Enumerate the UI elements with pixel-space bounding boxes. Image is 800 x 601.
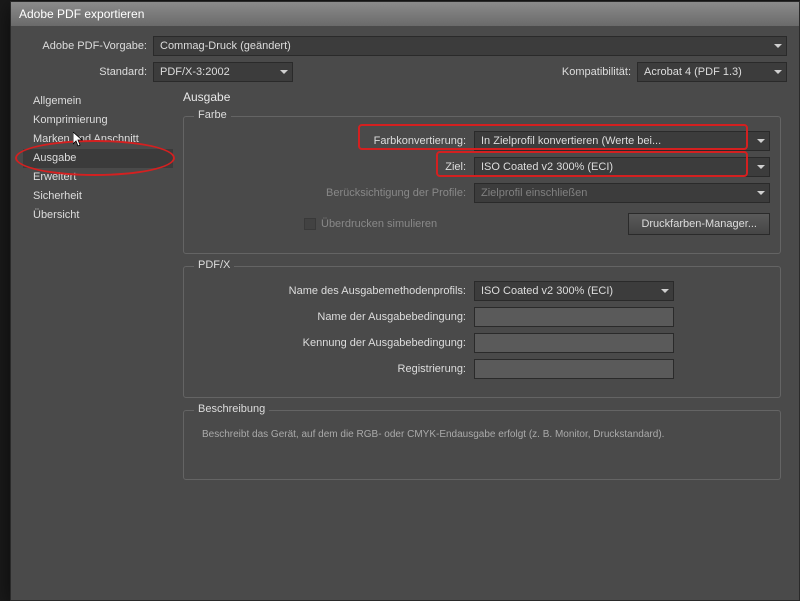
fieldset-beschreibung: Beschreibung Beschreibt das Gerät, auf d… [183, 410, 781, 480]
conv-label: Farbkonvertierung: [194, 135, 474, 147]
outprofile-value: ISO Coated v2 300% (ECI) [481, 285, 613, 297]
ziel-value: ISO Coated v2 300% (ECI) [481, 161, 613, 173]
registry-row: Registrierung: [194, 359, 770, 379]
main-panel: Ausgabe Farbe Farbkonvertierung: In Ziel… [173, 88, 787, 492]
ziel-label: Ziel: [194, 161, 474, 173]
body: Allgemein Komprimierung Marken und Ansch… [23, 88, 787, 492]
sidebar-item-label: Allgemein [33, 95, 81, 107]
window-title: Adobe PDF exportieren [19, 7, 144, 21]
profile-label: Berücksichtigung der Profile: [194, 187, 474, 199]
compat-select[interactable]: Acrobat 4 (PDF 1.3) [637, 62, 787, 82]
sidebar-item-label: Marken und Anschnitt [33, 133, 139, 145]
standard-value: PDF/X-3:2002 [160, 66, 230, 78]
sidebar-item-marken[interactable]: Marken und Anschnitt [23, 130, 173, 149]
overprint-row: Überdrucken simulieren Druckfarben-Manag… [194, 213, 770, 235]
conv-select[interactable]: In Zielprofil konvertieren (Werte bei... [474, 131, 770, 151]
sidebar-item-allgemein[interactable]: Allgemein [23, 92, 173, 111]
standard-label: Standard: [23, 66, 153, 78]
sidebar: Allgemein Komprimierung Marken und Ansch… [23, 88, 173, 492]
ink-manager-button[interactable]: Druckfarben-Manager... [628, 213, 770, 235]
profile-select: Zielprofil einschließen [474, 183, 770, 203]
outcondid-row: Kennung der Ausgabebedingung: [194, 333, 770, 353]
window-titlebar[interactable]: Adobe PDF exportieren [11, 2, 799, 26]
standard-select[interactable]: PDF/X-3:2002 [153, 62, 293, 82]
preset-select[interactable]: Commag-Druck (geändert) [153, 36, 787, 56]
outcond-label: Name der Ausgabebedingung: [194, 311, 474, 323]
overprint-checkbox [304, 218, 316, 230]
main-title: Ausgabe [183, 90, 781, 104]
preset-label: Adobe PDF-Vorgabe: [23, 40, 153, 52]
fieldset-pdfx: PDF/X Name des Ausgabemethodenprofils: I… [183, 266, 781, 398]
preset-row: Adobe PDF-Vorgabe: Commag-Druck (geänder… [23, 36, 787, 56]
fieldset-farbe: Farbe Farbkonvertierung: In Zielprofil k… [183, 116, 781, 254]
export-pdf-window: Adobe PDF exportieren Adobe PDF-Vorgabe:… [10, 1, 800, 601]
ziel-row: Ziel: ISO Coated v2 300% (ECI) [194, 157, 770, 177]
sidebar-item-ausgabe[interactable]: Ausgabe [23, 149, 173, 168]
outprofile-label: Name des Ausgabemethodenprofils: [194, 285, 474, 297]
conv-row: Farbkonvertierung: In Zielprofil konvert… [194, 131, 770, 151]
outcondid-input[interactable] [474, 333, 674, 353]
compat-label: Kompatibilität: [562, 66, 637, 78]
registry-label: Registrierung: [194, 363, 474, 375]
outprofile-row: Name des Ausgabemethodenprofils: ISO Coa… [194, 281, 770, 301]
sidebar-item-komprimierung[interactable]: Komprimierung [23, 111, 173, 130]
sidebar-item-label: Sicherheit [33, 190, 82, 202]
registry-input[interactable] [474, 359, 674, 379]
sidebar-item-sicherheit[interactable]: Sicherheit [23, 187, 173, 206]
sidebar-item-erweitert[interactable]: Erweitert [23, 168, 173, 187]
ziel-select[interactable]: ISO Coated v2 300% (ECI) [474, 157, 770, 177]
outcondid-label: Kennung der Ausgabebedingung: [194, 337, 474, 349]
preset-value: Commag-Druck (geändert) [160, 40, 291, 52]
sidebar-item-label: Übersicht [33, 209, 79, 221]
sidebar-item-uebersicht[interactable]: Übersicht [23, 206, 173, 225]
ink-manager-label: Druckfarben-Manager... [641, 218, 757, 230]
outcond-input[interactable] [474, 307, 674, 327]
sidebar-item-label: Erweitert [33, 171, 76, 183]
compat-value: Acrobat 4 (PDF 1.3) [644, 66, 742, 78]
sidebar-item-label: Komprimierung [33, 114, 108, 126]
beschreibung-text: Beschreibt das Gerät, auf dem die RGB- o… [194, 425, 770, 444]
profile-value: Zielprofil einschließen [481, 187, 587, 199]
outcond-row: Name der Ausgabebedingung: [194, 307, 770, 327]
legend-farbe: Farbe [194, 109, 231, 121]
overprint-label: Überdrucken simulieren [321, 218, 437, 230]
outprofile-select[interactable]: ISO Coated v2 300% (ECI) [474, 281, 674, 301]
window-content: Adobe PDF-Vorgabe: Commag-Druck (geänder… [11, 26, 799, 502]
legend-beschreibung: Beschreibung [194, 403, 269, 415]
legend-pdfx: PDF/X [194, 259, 234, 271]
profile-row: Berücksichtigung der Profile: Zielprofil… [194, 183, 770, 203]
conv-value: In Zielprofil konvertieren (Werte bei... [481, 135, 661, 147]
sidebar-item-label: Ausgabe [33, 152, 76, 164]
standard-row: Standard: PDF/X-3:2002 Kompatibilität: A… [23, 62, 787, 82]
